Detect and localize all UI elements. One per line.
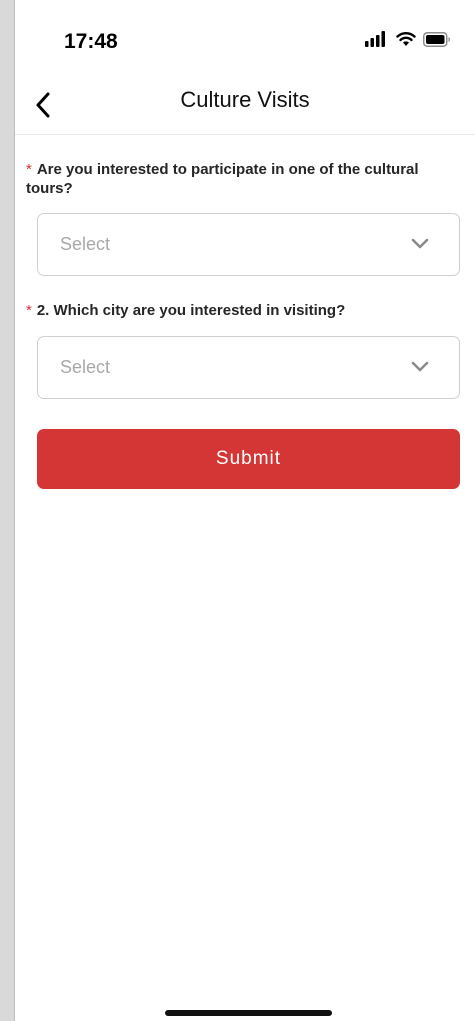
chevron-down-icon	[411, 361, 429, 372]
required-asterisk: *	[26, 161, 32, 178]
signal-icon	[365, 31, 385, 47]
chevron-down-icon	[411, 238, 429, 249]
question-1-select[interactable]: Select	[37, 213, 460, 276]
wifi-icon	[396, 32, 416, 46]
question-2-select[interactable]: Select	[37, 336, 460, 399]
battery-icon	[423, 31, 450, 47]
status-time: 17:48	[64, 30, 118, 53]
status-icons	[365, 31, 451, 47]
navigation-bar: Culture Visits	[15, 80, 475, 135]
question-2-label: * 2. Which city are you interested in vis…	[26, 301, 446, 320]
select-placeholder: Select	[60, 357, 111, 377]
home-indicator[interactable]	[165, 1010, 332, 1016]
required-asterisk: *	[26, 302, 32, 319]
question-2-text: 2. Which city are you interested in visi…	[36, 302, 346, 319]
submit-button[interactable]: Submit	[37, 429, 460, 489]
question-1-label: * Are you interested to participate in on…	[26, 160, 446, 198]
select-placeholder: Select	[60, 234, 111, 254]
question-1-text: Are you interested to participate in one…	[26, 161, 419, 197]
phone-screen: 17:48 Culture Visits * Are you intereste…	[14, 0, 475, 1021]
page-title: Culture Visits	[180, 87, 310, 112]
status-bar: 17:48	[15, 0, 475, 80]
